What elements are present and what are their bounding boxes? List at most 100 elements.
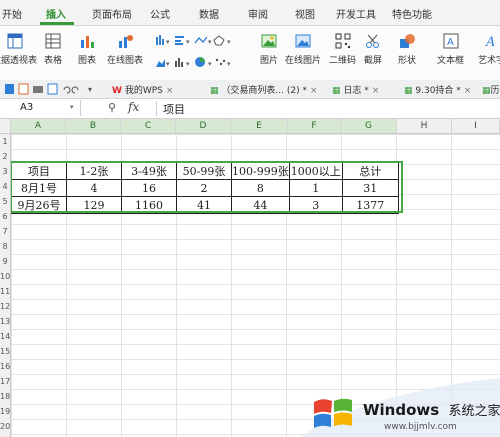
column-header-d[interactable]: D bbox=[176, 119, 231, 133]
row-header-5[interactable]: 5 bbox=[0, 197, 10, 206]
table-data-cell[interactable]: 8月1号 bbox=[11, 179, 67, 197]
chart-label: 图表 bbox=[78, 56, 97, 66]
doc-tab-history[interactable]: ▦历 bbox=[482, 83, 500, 96]
svg-text:▾: ▾ bbox=[88, 85, 92, 94]
column-header-g[interactable]: G bbox=[341, 119, 397, 133]
tab-page-layout[interactable]: 页面布局 bbox=[92, 6, 132, 21]
table-data-cell[interactable]: 9月26号 bbox=[11, 196, 67, 214]
close-icon[interactable]: × bbox=[310, 86, 318, 96]
column-header-b[interactable]: B bbox=[66, 119, 121, 133]
close-icon[interactable]: × bbox=[372, 86, 380, 96]
table-header-cell[interactable]: 1000以上 bbox=[288, 162, 343, 180]
row-header-19[interactable]: 19 bbox=[0, 407, 10, 416]
row-header-13[interactable]: 13 bbox=[0, 317, 10, 326]
table-row: 项目 1-2张 3-49张 50-99张 100-999张 1000以上 总计 bbox=[11, 162, 399, 180]
table-data-cell[interactable]: 8 bbox=[231, 179, 290, 197]
tab-special[interactable]: 特色功能 bbox=[392, 6, 432, 21]
row-header-1[interactable]: 1 bbox=[0, 137, 10, 146]
select-all-corner[interactable] bbox=[0, 119, 11, 133]
row-header-8[interactable]: 8 bbox=[0, 242, 10, 251]
shapes-button[interactable]: 形状 bbox=[398, 32, 416, 66]
table-data-cell[interactable]: 129 bbox=[66, 196, 122, 214]
textbox-icon: A bbox=[443, 33, 458, 49]
tab-data[interactable]: 数据 bbox=[199, 6, 219, 21]
screenshot-button[interactable]: 截屏 bbox=[364, 32, 382, 66]
picture-button[interactable]: 图片 bbox=[260, 32, 278, 66]
tab-formulas[interactable]: 公式 bbox=[150, 6, 170, 21]
tab-home[interactable]: 开始 bbox=[2, 6, 22, 21]
row-header-6[interactable]: 6 bbox=[0, 212, 10, 221]
table-button[interactable]: 表格 bbox=[44, 32, 62, 66]
doc-tab-log[interactable]: ▦ 日志 * × bbox=[332, 83, 379, 96]
column-header-i[interactable]: I bbox=[452, 119, 500, 133]
formula-input[interactable]: 项目 bbox=[163, 101, 185, 117]
qrcode-button[interactable]: 二维码 bbox=[329, 32, 356, 66]
zoom-search-icon[interactable]: ⚲ bbox=[108, 101, 116, 114]
row-header-16[interactable]: 16 bbox=[0, 362, 10, 371]
close-icon[interactable]: × bbox=[166, 86, 174, 96]
row-header-20[interactable]: 20 bbox=[0, 422, 10, 431]
table-header-cell[interactable]: 50-99张 bbox=[176, 162, 232, 180]
tab-review[interactable]: 审阅 bbox=[248, 6, 268, 21]
column-header-h[interactable]: H bbox=[397, 119, 452, 133]
table-data-cell[interactable]: 16 bbox=[121, 179, 177, 197]
row-header-4[interactable]: 4 bbox=[0, 182, 10, 191]
table-data-cell[interactable]: 2 bbox=[176, 179, 232, 197]
tab-developer[interactable]: 开发工具 bbox=[336, 6, 376, 21]
row-header-12[interactable]: 12 bbox=[0, 302, 10, 311]
table-data-cell[interactable]: 41 bbox=[176, 196, 232, 214]
chart-types-icons[interactable]: ▾ ▾ ▾ ▾ bbox=[155, 34, 250, 46]
table-data-cell[interactable]: 31 bbox=[341, 179, 399, 197]
doc-tab-holdings[interactable]: ▦ 9.30持合 * × bbox=[404, 83, 471, 96]
table-data-cell[interactable]: 1160 bbox=[121, 196, 177, 214]
table-label: 表格 bbox=[44, 56, 63, 66]
row-header-17[interactable]: 17 bbox=[0, 377, 10, 386]
column-header-a[interactable]: A bbox=[11, 119, 66, 133]
column-header-e[interactable]: E bbox=[231, 119, 288, 133]
table-header-cell[interactable]: 100-999张 bbox=[231, 162, 290, 180]
tab-view[interactable]: 视图 bbox=[295, 6, 315, 21]
table-header-cell[interactable]: 项目 bbox=[11, 162, 67, 180]
row-header-11[interactable]: 11 bbox=[0, 287, 10, 296]
table-data-cell[interactable]: 3 bbox=[288, 196, 343, 214]
doc-tab-mywps[interactable]: W 我的WPS × bbox=[112, 83, 173, 96]
chevron-down-icon[interactable]: ▾ bbox=[70, 103, 74, 111]
quick-access-toolbar-icons[interactable]: ▾ bbox=[4, 83, 96, 95]
online-chart-button[interactable]: 在线图表 bbox=[107, 32, 143, 66]
wordart-icon: A bbox=[485, 35, 495, 50]
chart-button[interactable]: 图表 bbox=[78, 32, 96, 66]
textbox-button[interactable]: A 文本框 bbox=[437, 32, 464, 66]
row-header-2[interactable]: 2 bbox=[0, 152, 10, 161]
row-header-9[interactable]: 9 bbox=[0, 257, 10, 266]
doc-tab-trader-list[interactable]: ▦ （交易商列表... (2) * × bbox=[210, 83, 318, 96]
document-tab-bar: ▾ W 我的WPS × ▦ （交易商列表... (2) * × ▦ 日志 * × ▦ … bbox=[0, 80, 500, 99]
row-header-10[interactable]: 10 bbox=[0, 272, 10, 281]
svg-text:▾: ▾ bbox=[186, 60, 190, 68]
wordart-button[interactable]: A 艺术字 bbox=[478, 32, 500, 66]
table-header-cell[interactable]: 1-2张 bbox=[66, 162, 122, 180]
tab-insert[interactable]: 插入 bbox=[46, 6, 66, 21]
column-header-c[interactable]: C bbox=[121, 119, 176, 133]
table-header-cell[interactable]: 3-49张 bbox=[121, 162, 177, 180]
pivot-table-button[interactable]: 数据透视表 bbox=[0, 32, 37, 66]
row-header-15[interactable]: 15 bbox=[0, 347, 10, 356]
table-header-cell[interactable]: 总计 bbox=[341, 162, 399, 180]
table-data-cell[interactable]: 1 bbox=[288, 179, 343, 197]
close-icon[interactable]: × bbox=[464, 86, 472, 96]
chart-type-row-2: ▾ ▾ ▾ ▾ bbox=[155, 56, 250, 68]
row-header-3[interactable]: 3 bbox=[0, 167, 10, 176]
chart-types-icons-2[interactable]: ▾ ▾ ▾ ▾ bbox=[155, 56, 250, 68]
table-data-cell[interactable]: 1377 bbox=[341, 196, 399, 214]
row-headers: 1 2 3 4 5 6 7 8 9 10 11 12 13 14 15 16 17 18 19 20 bbox=[0, 134, 11, 437]
row-header-7[interactable]: 7 bbox=[0, 227, 10, 236]
windows-logo-icon bbox=[314, 398, 352, 428]
name-box[interactable]: A3 ▾ bbox=[0, 100, 81, 116]
fx-icon[interactable]: fx bbox=[128, 100, 139, 114]
table-data-cell[interactable]: 4 bbox=[66, 179, 122, 197]
column-header-f[interactable]: F bbox=[288, 119, 341, 133]
formula-divider bbox=[156, 101, 157, 116]
row-header-14[interactable]: 14 bbox=[0, 332, 10, 341]
online-picture-button[interactable]: 在线图片 bbox=[285, 32, 321, 66]
row-header-18[interactable]: 18 bbox=[0, 392, 10, 401]
table-data-cell[interactable]: 44 bbox=[231, 196, 290, 214]
